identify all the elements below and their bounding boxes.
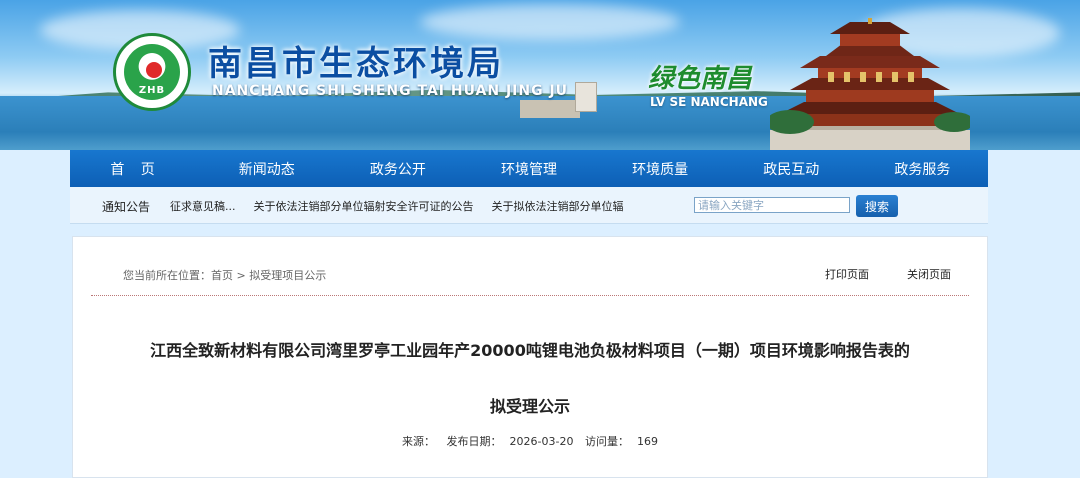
nav-item-services[interactable]: 政务服务 xyxy=(857,159,988,179)
building-decoration xyxy=(520,100,580,118)
notice-label: 通知公告 xyxy=(102,200,151,214)
nav-item-gov-info[interactable]: 政务公开 xyxy=(332,159,463,179)
search-input[interactable] xyxy=(694,197,850,213)
article-panel: 您当前所在位置：首页 > 拟受理项目公示 打印页面 关闭页面 江西全致新材料有限… xyxy=(72,236,988,478)
main-nav: 首 页 新闻动态 政务公开 环境管理 环境质量 政民互动 政务服务 xyxy=(70,150,988,187)
divider xyxy=(91,295,969,296)
nav-item-env-management[interactable]: 环境管理 xyxy=(463,159,594,179)
breadcrumb: 您当前所在位置：首页 > 拟受理项目公示 xyxy=(123,269,327,282)
notice-ticker: 征求意见稿... 关于依法注销部分单位辐射安全许可证的公告 关于拟依法注销部分单位辐 xyxy=(170,198,632,214)
site-logo[interactable]: ZHB xyxy=(113,33,191,111)
tower-decoration xyxy=(575,82,597,112)
print-page-link[interactable]: 打印页面 xyxy=(825,266,869,282)
nav-item-news[interactable]: 新闻动态 xyxy=(201,159,332,179)
cloud-decoration xyxy=(420,4,680,40)
article-title: 江西全致新材料有限公司湾里罗亭工业园年产20000吨锂电池负极材料项目（一期）项… xyxy=(150,341,910,360)
nav-item-home[interactable]: 首 页 xyxy=(70,159,201,179)
meta-source-label: 来源： xyxy=(402,435,436,448)
logo-text: ZHB xyxy=(138,85,166,96)
meta-visits-label: 访问量： xyxy=(584,435,629,448)
site-pinyin: NANCHANG SHI SHENG TAI HUAN JING JU xyxy=(212,83,569,99)
notice-link[interactable]: 关于依法注销部分单位辐射安全许可证的公告 xyxy=(254,200,474,213)
meta-date-label: 发布日期： xyxy=(446,435,502,448)
site-banner: ZHB 南昌市生态环境局 NANCHANG SHI SHENG TAI HUAN… xyxy=(0,0,1080,150)
slogan-pinyin: LV SE NANCHANG xyxy=(650,95,768,109)
notice-link[interactable]: 关于拟依法注销部分单位辐 xyxy=(492,200,624,213)
site-title: 南昌市生态环境局 xyxy=(208,44,504,84)
slogan: 绿色南昌 xyxy=(648,64,753,94)
meta-visits: 169 xyxy=(636,435,658,448)
search-button[interactable]: 搜索 xyxy=(856,195,898,217)
sun-icon xyxy=(146,62,162,78)
article-title-continued: 拟受理公示 xyxy=(489,397,570,416)
notice-bar: 通知公告 征求意见稿... 关于依法注销部分单位辐射安全许可证的公告 关于拟依法注销… xyxy=(70,187,988,224)
nav-item-env-quality[interactable]: 环境质量 xyxy=(595,159,726,179)
nav-item-interaction[interactable]: 政民互动 xyxy=(726,159,857,179)
article-meta: 来源： 发布日期： 2026-03-20 访问量： 169 xyxy=(73,433,987,449)
meta-date: 2026-03-20 xyxy=(509,435,574,448)
notice-link[interactable]: 征求意见稿... xyxy=(170,200,236,213)
close-page-link[interactable]: 关闭页面 xyxy=(907,266,951,282)
pavilion-illustration xyxy=(770,18,970,150)
